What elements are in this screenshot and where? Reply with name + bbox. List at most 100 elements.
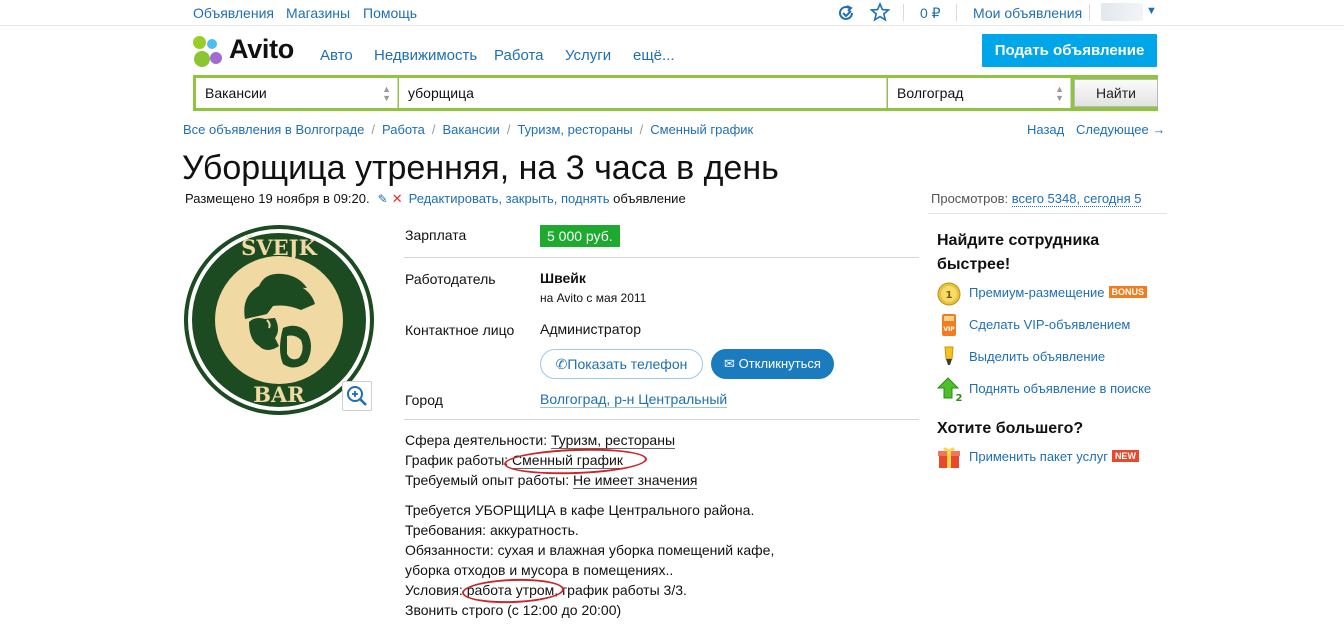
page-title: Уборщица утренняя, на 3 часа в день	[182, 149, 779, 187]
topbar-link-ads[interactable]: Объявления	[193, 5, 274, 21]
nav-auto[interactable]: Авто	[320, 47, 353, 64]
attribute-label: Сфера деятельности:	[405, 432, 548, 448]
breadcrumb-separator: /	[431, 122, 436, 137]
favorites-refresh-icon[interactable]	[836, 3, 856, 23]
envelope-icon: ✉	[724, 356, 735, 371]
divider	[404, 257, 919, 258]
breadcrumb-separator: /	[506, 122, 511, 137]
breadcrumb-item[interactable]: Вакансии	[443, 122, 500, 137]
search-bar: Вакансии ▲ ▼ уборщица Волгоград ▲ ▼ Найти	[193, 75, 1158, 111]
sidebar-item-label: Выделить объявление	[969, 349, 1106, 364]
salary-badge: 5 000 руб.	[540, 225, 620, 247]
star-favorites-icon[interactable]	[869, 1, 891, 22]
zoom-button[interactable]	[342, 381, 372, 411]
attribute-sphere: Сфера деятельности: Туризм, рестораны	[405, 432, 676, 449]
next-link[interactable]: Следующее →	[1076, 122, 1165, 137]
logo-text: Avito	[229, 34, 294, 64]
show-phone-button[interactable]: ✆Показать телефон	[540, 349, 703, 379]
edit-ad-suffix: объявление	[613, 191, 686, 206]
posted-date: Размещено 19 ноября в 09:20.	[185, 191, 370, 206]
divider	[404, 419, 919, 420]
breadcrumb-separator: /	[639, 122, 644, 137]
city-link[interactable]: Волгоград, р-н Центральный	[540, 391, 728, 408]
topbar-divider	[903, 4, 904, 21]
nav-realty[interactable]: Недвижимость	[374, 47, 477, 64]
svg-text:1: 1	[946, 290, 953, 301]
breadcrumb-item[interactable]: Работа	[382, 122, 425, 137]
nav-more[interactable]: ещё...	[633, 47, 675, 64]
reply-label: Откликнуться	[738, 356, 821, 371]
contact-name: Администратор	[540, 321, 642, 337]
avito-logo[interactable]: Avito	[193, 34, 303, 68]
breadcrumb-separator: /	[371, 122, 375, 137]
my-ads-link[interactable]: Мои объявления	[973, 5, 1082, 21]
breadcrumb-item[interactable]: Сменный график	[650, 122, 753, 137]
sidebar-more-title: Хотите большего?	[937, 420, 1084, 437]
sidebar-item-package[interactable]: Применить пакет услуг NEW	[969, 449, 1139, 464]
divider	[928, 213, 1167, 214]
post-ad-button[interactable]: Подать объявление	[982, 34, 1157, 67]
back-link[interactable]: Назад	[1027, 122, 1064, 137]
search-input[interactable]: уборщица	[399, 78, 887, 108]
views-label: Просмотров:	[931, 191, 1009, 206]
attribute-label: График работы:	[405, 452, 509, 468]
views-value[interactable]: всего 5348, сегодня 5	[1011, 191, 1142, 207]
highlighter-icon	[937, 345, 961, 369]
attribute-value[interactable]: Не имеет значения	[572, 472, 698, 489]
attribute-label: Требуемый опыт работы:	[405, 472, 570, 488]
description-line: Требуется УБОРЩИЦА в кафе Центрального р…	[405, 502, 755, 518]
attribute-value[interactable]: Туризм, рестораны	[550, 432, 676, 449]
views-counter: Просмотров: всего 5348, сегодня 5	[931, 191, 1142, 207]
description-line: Звонить строго (с 12:00 до 20:00)	[405, 602, 622, 618]
search-input-value: уборщица	[408, 85, 474, 101]
wallet-balance[interactable]: 0 ₽	[920, 5, 941, 22]
breadcrumb: Все объявления в Волгограде / Работа / Вакан…	[183, 122, 753, 137]
select-arrows-icon: ▲ ▼	[382, 84, 391, 103]
employer-name: Швейк	[540, 270, 586, 286]
sidebar-item-premium[interactable]: Премиум-размещение BONUS	[969, 285, 1148, 300]
sidebar-item-label: Премиум-размещение	[969, 285, 1105, 300]
breadcrumb-item[interactable]: Все объявления в Волгограде	[183, 122, 364, 137]
chevron-down-icon[interactable]: ▼	[1146, 5, 1157, 17]
zoom-in-icon	[347, 386, 367, 406]
reply-button[interactable]: ✉ Откликнуться	[711, 349, 834, 379]
close-icon[interactable]: ✕	[392, 191, 403, 206]
category-select[interactable]: Вакансии ▲ ▼	[196, 78, 398, 108]
topbar-divider	[956, 4, 957, 21]
search-submit-button[interactable]: Найти	[1074, 79, 1158, 107]
salary-label: Зарплата	[405, 227, 467, 243]
employer-since: на Avito с мая 2011	[540, 291, 647, 305]
employer-label: Работодатель	[405, 271, 496, 287]
bonus-badge: BONUS	[1108, 286, 1148, 298]
category-select-value: Вакансии	[205, 85, 267, 101]
user-avatar[interactable]	[1101, 3, 1143, 21]
sidebar-item-label: Поднять объявление в поиске	[969, 381, 1152, 396]
location-select[interactable]: Волгоград ▲ ▼	[888, 78, 1071, 108]
new-badge: NEW	[1111, 450, 1139, 462]
nav-services[interactable]: Услуги	[565, 47, 611, 64]
sidebar-promo-title: быстрее!	[937, 256, 1011, 273]
sidebar-item-vip[interactable]: Сделать VIP-объявлением	[969, 317, 1130, 332]
description-line: Требования: аккуратность.	[405, 522, 579, 538]
nav-jobs[interactable]: Работа	[494, 47, 544, 64]
raise-arrow-icon: 2	[936, 376, 963, 404]
edit-ad-links[interactable]: Редактировать, закрыть, поднять	[409, 191, 610, 206]
top-bar: Объявления Магазины Помощь 0 ₽ Мои объяв…	[0, 0, 1344, 26]
topbar-link-help[interactable]: Помощь	[363, 5, 417, 21]
breadcrumb-item[interactable]: Туризм, рестораны	[517, 122, 632, 137]
logo-bottom-text: BAR	[253, 382, 305, 407]
sidebar-item-highlight[interactable]: Выделить объявление	[969, 349, 1105, 364]
topbar-link-shops[interactable]: Магазины	[286, 5, 350, 21]
package-icon	[937, 446, 961, 470]
sidebar-item-label: Сделать VIP-объявлением	[969, 317, 1131, 332]
sidebar-item-raise[interactable]: Поднять объявление в поиске	[969, 381, 1151, 396]
description-line: уборка отходов и мусора в помещениях..	[405, 562, 674, 578]
posted-info: Размещено 19 ноября в 09:20. ✎ ✕ Редактиров…	[185, 191, 686, 207]
attribute-experience: Требуемый опыт работы: Не имеет значения	[405, 472, 698, 489]
phone-icon: ✆	[555, 356, 568, 372]
sidebar-item-label: Применить пакет услуг	[969, 449, 1108, 464]
svg-text:VIP: VIP	[943, 326, 955, 333]
show-phone-label: Показать телефон	[567, 356, 688, 372]
contact-label: Контактное лицо	[405, 322, 515, 338]
pencil-icon[interactable]: ✎	[378, 192, 388, 206]
